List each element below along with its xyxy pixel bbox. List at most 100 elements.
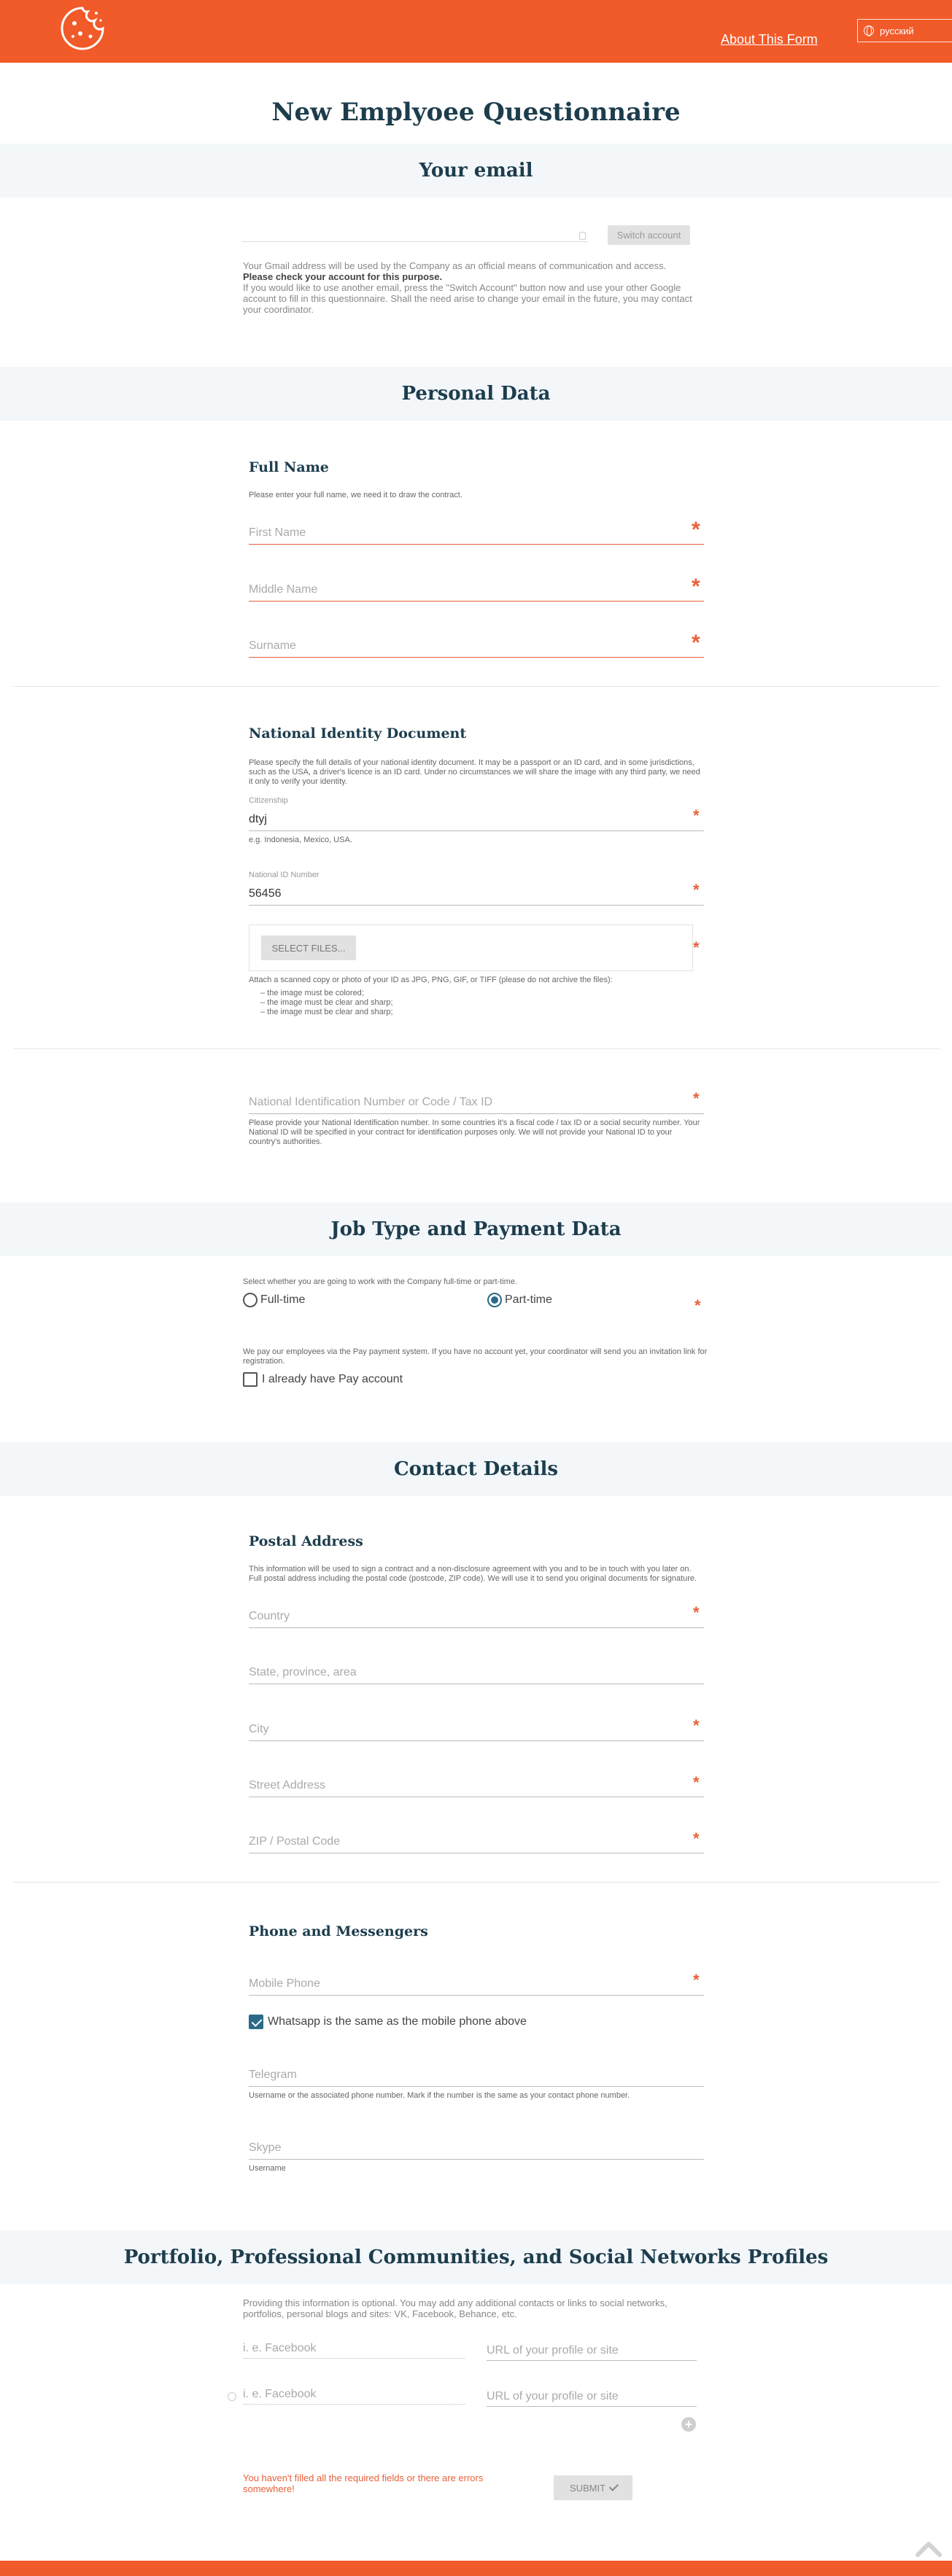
- required-marker: *: [693, 806, 700, 825]
- street-placeholder: Street Address: [249, 1779, 325, 1791]
- citizenship-hint: e.g. Indonesia, Mexico, USA.: [249, 836, 352, 844]
- telegram-placeholder: Telegram: [249, 2069, 297, 2081]
- globe-icon: [864, 26, 874, 36]
- citizenship-field[interactable]: Citizenship dtyj: [249, 796, 704, 831]
- skype-field[interactable]: Skype: [249, 2131, 704, 2160]
- pay-hint: We pay our employees via the Pay payment…: [243, 1347, 708, 1366]
- first-name-field[interactable]: First Name: [249, 515, 704, 545]
- about-form-link[interactable]: About This Form: [721, 32, 818, 47]
- submit-label: SUBMIT: [569, 2482, 606, 2494]
- state-field[interactable]: State, province, area: [249, 1655, 704, 1684]
- phone-messengers-title: Phone and Messengers: [249, 1923, 428, 1939]
- section-header-personal: Personal Data: [0, 367, 952, 421]
- street-field[interactable]: Street Address: [249, 1768, 704, 1797]
- submit-button[interactable]: SUBMIT: [554, 2475, 632, 2500]
- skype-placeholder: Skype: [249, 2141, 282, 2154]
- profile-url-input[interactable]: URL of your profile or site: [487, 2385, 697, 2407]
- remove-row-icon[interactable]: [228, 2392, 236, 2401]
- radio-circle: [243, 1293, 258, 1307]
- email-info-bold: Please check your account for this purpo…: [243, 271, 443, 282]
- section-header-portfolio: Portfolio, Professional Communities, and…: [0, 2230, 952, 2284]
- scroll-to-top-icon[interactable]: [915, 2533, 943, 2561]
- section-header-job: Job Type and Payment Data: [0, 1202, 952, 1256]
- required-marker: *: [692, 575, 700, 599]
- national-id-label: National ID Number: [249, 871, 320, 879]
- attach-rules: – the image must be colored; – the image…: [260, 989, 393, 1017]
- zip-field[interactable]: ZIP / Postal Code: [249, 1824, 704, 1853]
- telegram-hint: Username or the associated phone number.…: [249, 2091, 630, 2100]
- divider: [13, 1048, 940, 1049]
- tax-id-placeholder: National Identification Number or Code /…: [249, 1096, 493, 1108]
- required-marker: *: [693, 1971, 700, 1989]
- bottom-bar: [0, 2561, 952, 2576]
- required-marker: *: [693, 938, 700, 957]
- portfolio-description: Providing this information is optional. …: [243, 2297, 667, 2319]
- attach-rule: – the image must be clear and sharp;: [260, 998, 393, 1007]
- attach-rule: – the image must be colored;: [260, 989, 364, 997]
- profile-url-placeholder: URL of your profile or site: [487, 2344, 619, 2357]
- radio-full-time[interactable]: Full-time: [243, 1293, 305, 1307]
- language-label: русский: [880, 25, 914, 36]
- switch-account-button[interactable]: Switch account: [608, 225, 690, 245]
- language-selector[interactable]: русский: [857, 19, 952, 42]
- cookie-logo-icon[interactable]: [58, 4, 107, 52]
- required-marker: *: [693, 1716, 700, 1735]
- required-marker: *: [692, 631, 700, 655]
- email-info: Your Gmail address will be used by the C…: [243, 260, 710, 315]
- surname-field[interactable]: Surname: [249, 629, 704, 658]
- full-name-description: Please enter your full name, we need it …: [249, 491, 463, 499]
- email-field[interactable]: [243, 232, 587, 242]
- profile-name-input[interactable]: i. e. Facebook: [243, 2383, 465, 2405]
- page-title: New Emplyoee Questionnaire: [271, 98, 681, 127]
- identity-description: Please specify the full details of your …: [249, 758, 700, 786]
- form-error-message: You haven't filled all the required fiel…: [243, 2472, 484, 2494]
- section-header-email: Your email: [0, 144, 952, 198]
- postal-address-title: Postal Address: [249, 1533, 363, 1549]
- pay-account-label: I already have Pay account: [262, 1373, 403, 1385]
- telegram-field[interactable]: Telegram: [249, 2058, 704, 2087]
- required-marker: *: [692, 518, 700, 542]
- identity-title: National Identity Document: [249, 725, 467, 742]
- divider: [13, 686, 940, 687]
- national-id-value: 56456: [249, 887, 282, 900]
- email-info-line1: Your Gmail address will be used by the C…: [243, 260, 667, 271]
- add-row-icon[interactable]: +: [681, 2417, 696, 2432]
- middle-name-field[interactable]: Middle Name: [249, 572, 704, 602]
- middle-name-placeholder: Middle Name: [249, 583, 318, 596]
- attach-hint: Attach a scanned copy or photo of your I…: [249, 976, 613, 984]
- postal-address-description: This information will be used to sign a …: [249, 1565, 697, 1583]
- attach-rule: – the image must be clear and sharp;: [260, 1008, 393, 1016]
- city-field[interactable]: City: [249, 1712, 704, 1741]
- radio-part-time[interactable]: Part-time: [487, 1293, 552, 1307]
- whatsapp-same-checkbox[interactable]: Whatsapp is the same as the mobile phone…: [249, 2015, 527, 2029]
- email-info-line2: If you would like to use another email, …: [243, 282, 692, 315]
- zip-placeholder: ZIP / Postal Code: [249, 1835, 341, 1848]
- profile-url-placeholder: URL of your profile or site: [487, 2390, 619, 2402]
- required-marker: *: [693, 881, 700, 899]
- required-marker: *: [693, 1773, 700, 1791]
- citizenship-label: Citizenship: [249, 796, 288, 805]
- first-name-placeholder: First Name: [249, 526, 306, 539]
- checkbox-box: [243, 1372, 258, 1387]
- required-marker: *: [694, 1296, 701, 1315]
- divider: [13, 1882, 940, 1883]
- tax-id-description: Please provide your National Identificat…: [249, 1118, 700, 1146]
- profile-name-placeholder: i. e. Facebook: [243, 2342, 317, 2354]
- pay-account-checkbox[interactable]: I already have Pay account: [243, 1372, 403, 1387]
- lock-icon: [579, 232, 586, 240]
- state-placeholder: State, province, area: [249, 1666, 357, 1678]
- citizenship-value: dtyj: [249, 813, 267, 825]
- check-icon: [608, 2481, 619, 2491]
- surname-placeholder: Surname: [249, 639, 296, 652]
- tax-id-field[interactable]: National Identification Number or Code /…: [249, 1085, 704, 1114]
- skype-hint: Username: [249, 2164, 286, 2173]
- profile-name-input[interactable]: i. e. Facebook: [243, 2337, 465, 2359]
- select-files-button[interactable]: SELECT FILES...: [261, 935, 356, 960]
- national-id-field[interactable]: National ID Number 56456: [249, 871, 704, 906]
- mobile-phone-field[interactable]: Mobile Phone: [249, 1966, 704, 1996]
- file-upload-area[interactable]: SELECT FILES...: [249, 925, 693, 971]
- country-field[interactable]: Country: [249, 1599, 704, 1628]
- radio-circle-selected: [487, 1293, 502, 1307]
- profile-url-input[interactable]: URL of your profile or site: [487, 2339, 697, 2361]
- required-marker: *: [693, 1089, 700, 1108]
